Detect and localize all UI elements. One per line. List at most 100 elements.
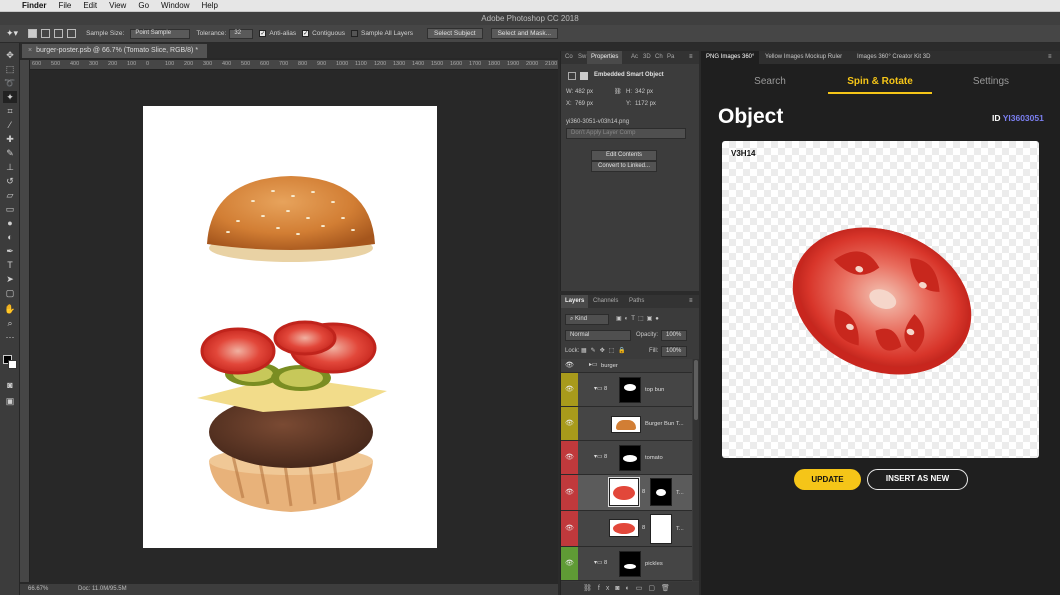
nav-settings[interactable]: Settings [961, 76, 1021, 87]
menu-view[interactable]: View [109, 1, 126, 10]
visibility-eye-icon[interactable]: 👁 [565, 419, 574, 427]
mask-thumbnail[interactable] [619, 445, 641, 471]
tab-creator-kit-3d[interactable]: Images 360° Creator Kit 3D [852, 51, 935, 64]
id-value[interactable]: YI3603051 [1003, 113, 1044, 123]
doc-size[interactable]: Doc: 11.0M/95.5M [78, 584, 127, 595]
height-value[interactable]: 342 px [635, 89, 653, 95]
layers-scrollbar[interactable] [693, 359, 699, 581]
eraser-tool-icon[interactable]: ▱ [3, 189, 17, 201]
nav-spin-rotate[interactable]: Spin & Rotate [828, 76, 932, 87]
select-and-mask-button[interactable]: Select and Mask... [490, 28, 559, 39]
layer-tomato-slice-selected[interactable]: 👁 8 T... [561, 475, 692, 511]
tab-channels-layers[interactable]: Channels [589, 295, 622, 308]
menu-window[interactable]: Window [161, 1, 189, 10]
update-button[interactable]: UPDATE [794, 469, 861, 490]
tab-paths-layers[interactable]: Paths [625, 295, 648, 308]
y-value[interactable]: 1172 px [635, 101, 656, 107]
menu-edit[interactable]: Edit [83, 1, 97, 10]
intersect-selection-icon[interactable] [67, 29, 77, 38]
layer-group-top-bun[interactable]: 👁 ▾▭ 8 top bun [561, 373, 692, 407]
path-selection-icon[interactable]: ➤ [3, 273, 17, 285]
subtract-selection-icon[interactable] [54, 29, 64, 38]
object-preview-card[interactable]: V3H14 [722, 141, 1039, 458]
new-selection-icon[interactable] [28, 29, 38, 38]
visibility-eye-icon[interactable]: 👁 [565, 524, 574, 532]
width-value[interactable]: 482 px [575, 89, 593, 95]
layers-menu-icon[interactable]: ≡ [689, 298, 693, 304]
layer-comp-select[interactable]: Don't Apply Layer Comp [566, 128, 686, 139]
brush-tool-icon[interactable]: ✎ [3, 147, 17, 159]
fill-input[interactable]: 100% [661, 346, 687, 357]
tab-png-images-360[interactable]: PNG Images 360° [701, 51, 760, 64]
opacity-input[interactable]: 100% [661, 330, 687, 341]
filter-icons[interactable]: ▣◐T⬚▣● [616, 315, 662, 322]
menu-finder[interactable]: Finder [22, 1, 46, 10]
insert-as-new-button[interactable]: INSERT AS NEW [867, 469, 968, 490]
more-tools-icon[interactable]: ⋯ [3, 331, 17, 343]
sample-size-select[interactable]: Point Sample [130, 28, 191, 39]
convert-to-linked-button[interactable]: Convert to Linked... [591, 161, 657, 172]
clone-stamp-icon[interactable]: ⊥ [3, 161, 17, 173]
x-value[interactable]: 769 px [575, 101, 593, 107]
tab-layers[interactable]: Layers [561, 295, 589, 308]
visibility-eye-icon[interactable]: 👁 [565, 453, 574, 461]
layer-tomato-slice-2[interactable]: 👁 8 T... [561, 511, 692, 547]
mask-thumbnail[interactable] [619, 377, 641, 403]
document-tab[interactable]: × burger-poster.psb @ 66.7% (Tomato Slice… [22, 44, 207, 58]
tab-mockup-ruler[interactable]: Yellow Images Mockup Ruler [760, 51, 847, 64]
mask-thumbnail[interactable] [619, 551, 641, 577]
menu-go[interactable]: Go [138, 1, 149, 10]
history-brush-icon[interactable]: ↺ [3, 175, 17, 187]
tab-properties[interactable]: Properties [587, 51, 623, 64]
lock-icons[interactable]: ▦✎✥⬚🔒 [581, 347, 630, 354]
mask-thumbnail[interactable] [650, 514, 672, 544]
edit-contents-button[interactable]: Edit Contents [591, 150, 657, 161]
pen-tool-icon[interactable]: ✒ [3, 245, 17, 257]
document-canvas[interactable] [143, 106, 437, 548]
visibility-eye-icon[interactable]: 👁 [565, 488, 574, 496]
zoom-level[interactable]: 66.67% [28, 584, 48, 595]
link-icon[interactable]: ⛓ [614, 88, 622, 95]
visibility-eye-icon[interactable]: 👁 [565, 559, 574, 567]
panel-menu-icon[interactable]: ≡ [689, 54, 693, 60]
close-icon[interactable]: × [28, 47, 32, 54]
layer-group-tomato[interactable]: 👁 ▾▭ 8 tomato [561, 441, 692, 475]
layer-group-burger[interactable]: 👁 ▸▭ burger [561, 359, 692, 373]
layer-filter-select[interactable]: ⌕ Kind [565, 314, 609, 325]
menu-file[interactable]: File [58, 1, 71, 10]
dodge-tool-icon[interactable]: ◐ [3, 231, 17, 243]
zoom-tool-icon[interactable]: ⌕ [3, 317, 17, 329]
hand-tool-icon[interactable]: ✋ [3, 303, 17, 315]
visibility-eye-icon[interactable]: 👁 [565, 361, 574, 369]
anti-alias-checkbox[interactable]: ✓ Anti-alias [259, 30, 296, 37]
visibility-eye-icon[interactable]: 👁 [565, 385, 574, 393]
screen-mode-icon[interactable]: ▣ [3, 395, 17, 407]
magic-wand-icon[interactable]: ✦ [3, 91, 17, 103]
magic-wand-tool-icon[interactable]: ✦▾ [6, 28, 18, 39]
add-selection-icon[interactable] [41, 29, 51, 38]
type-tool-icon[interactable]: T [3, 259, 17, 271]
healing-brush-icon[interactable]: ✚ [3, 133, 17, 145]
move-tool-icon[interactable]: ✥ [3, 49, 17, 61]
mask-thumbnail[interactable] [650, 478, 672, 506]
layer-thumbnail[interactable] [611, 416, 641, 433]
crop-tool-icon[interactable]: ⌗ [3, 105, 17, 117]
layer-group-pickles[interactable]: 👁 ▾▭ 8 pickles [561, 547, 692, 581]
select-subject-button[interactable]: Select Subject [427, 28, 483, 39]
layer-burger-bun[interactable]: 👁 Burger Bun T... [561, 407, 692, 441]
layer-thumbnail[interactable] [608, 477, 640, 507]
lasso-tool-icon[interactable]: ➰ [3, 77, 17, 89]
gradient-tool-icon[interactable]: ▭ [3, 203, 17, 215]
contiguous-checkbox[interactable]: ✓ Contiguous [302, 30, 345, 37]
marquee-tool-icon[interactable]: ⬚ [3, 63, 17, 75]
layer-thumbnail[interactable] [609, 519, 639, 537]
tolerance-input[interactable]: 32 [229, 28, 254, 39]
panel-menu-icon[interactable]: ≡ [1043, 51, 1057, 64]
eyedropper-icon[interactable]: ⁄ [3, 119, 17, 131]
blend-mode-select[interactable]: Normal [565, 330, 631, 341]
footer-action-icons[interactable]: ⛓fx◙◐▭▢🗑 [583, 585, 676, 592]
blur-tool-icon[interactable]: ● [3, 217, 17, 229]
rectangle-tool-icon[interactable]: ▢ [3, 287, 17, 299]
tab-paths[interactable]: Pa [663, 51, 678, 64]
quick-mask-icon[interactable]: ◙ [3, 379, 17, 391]
